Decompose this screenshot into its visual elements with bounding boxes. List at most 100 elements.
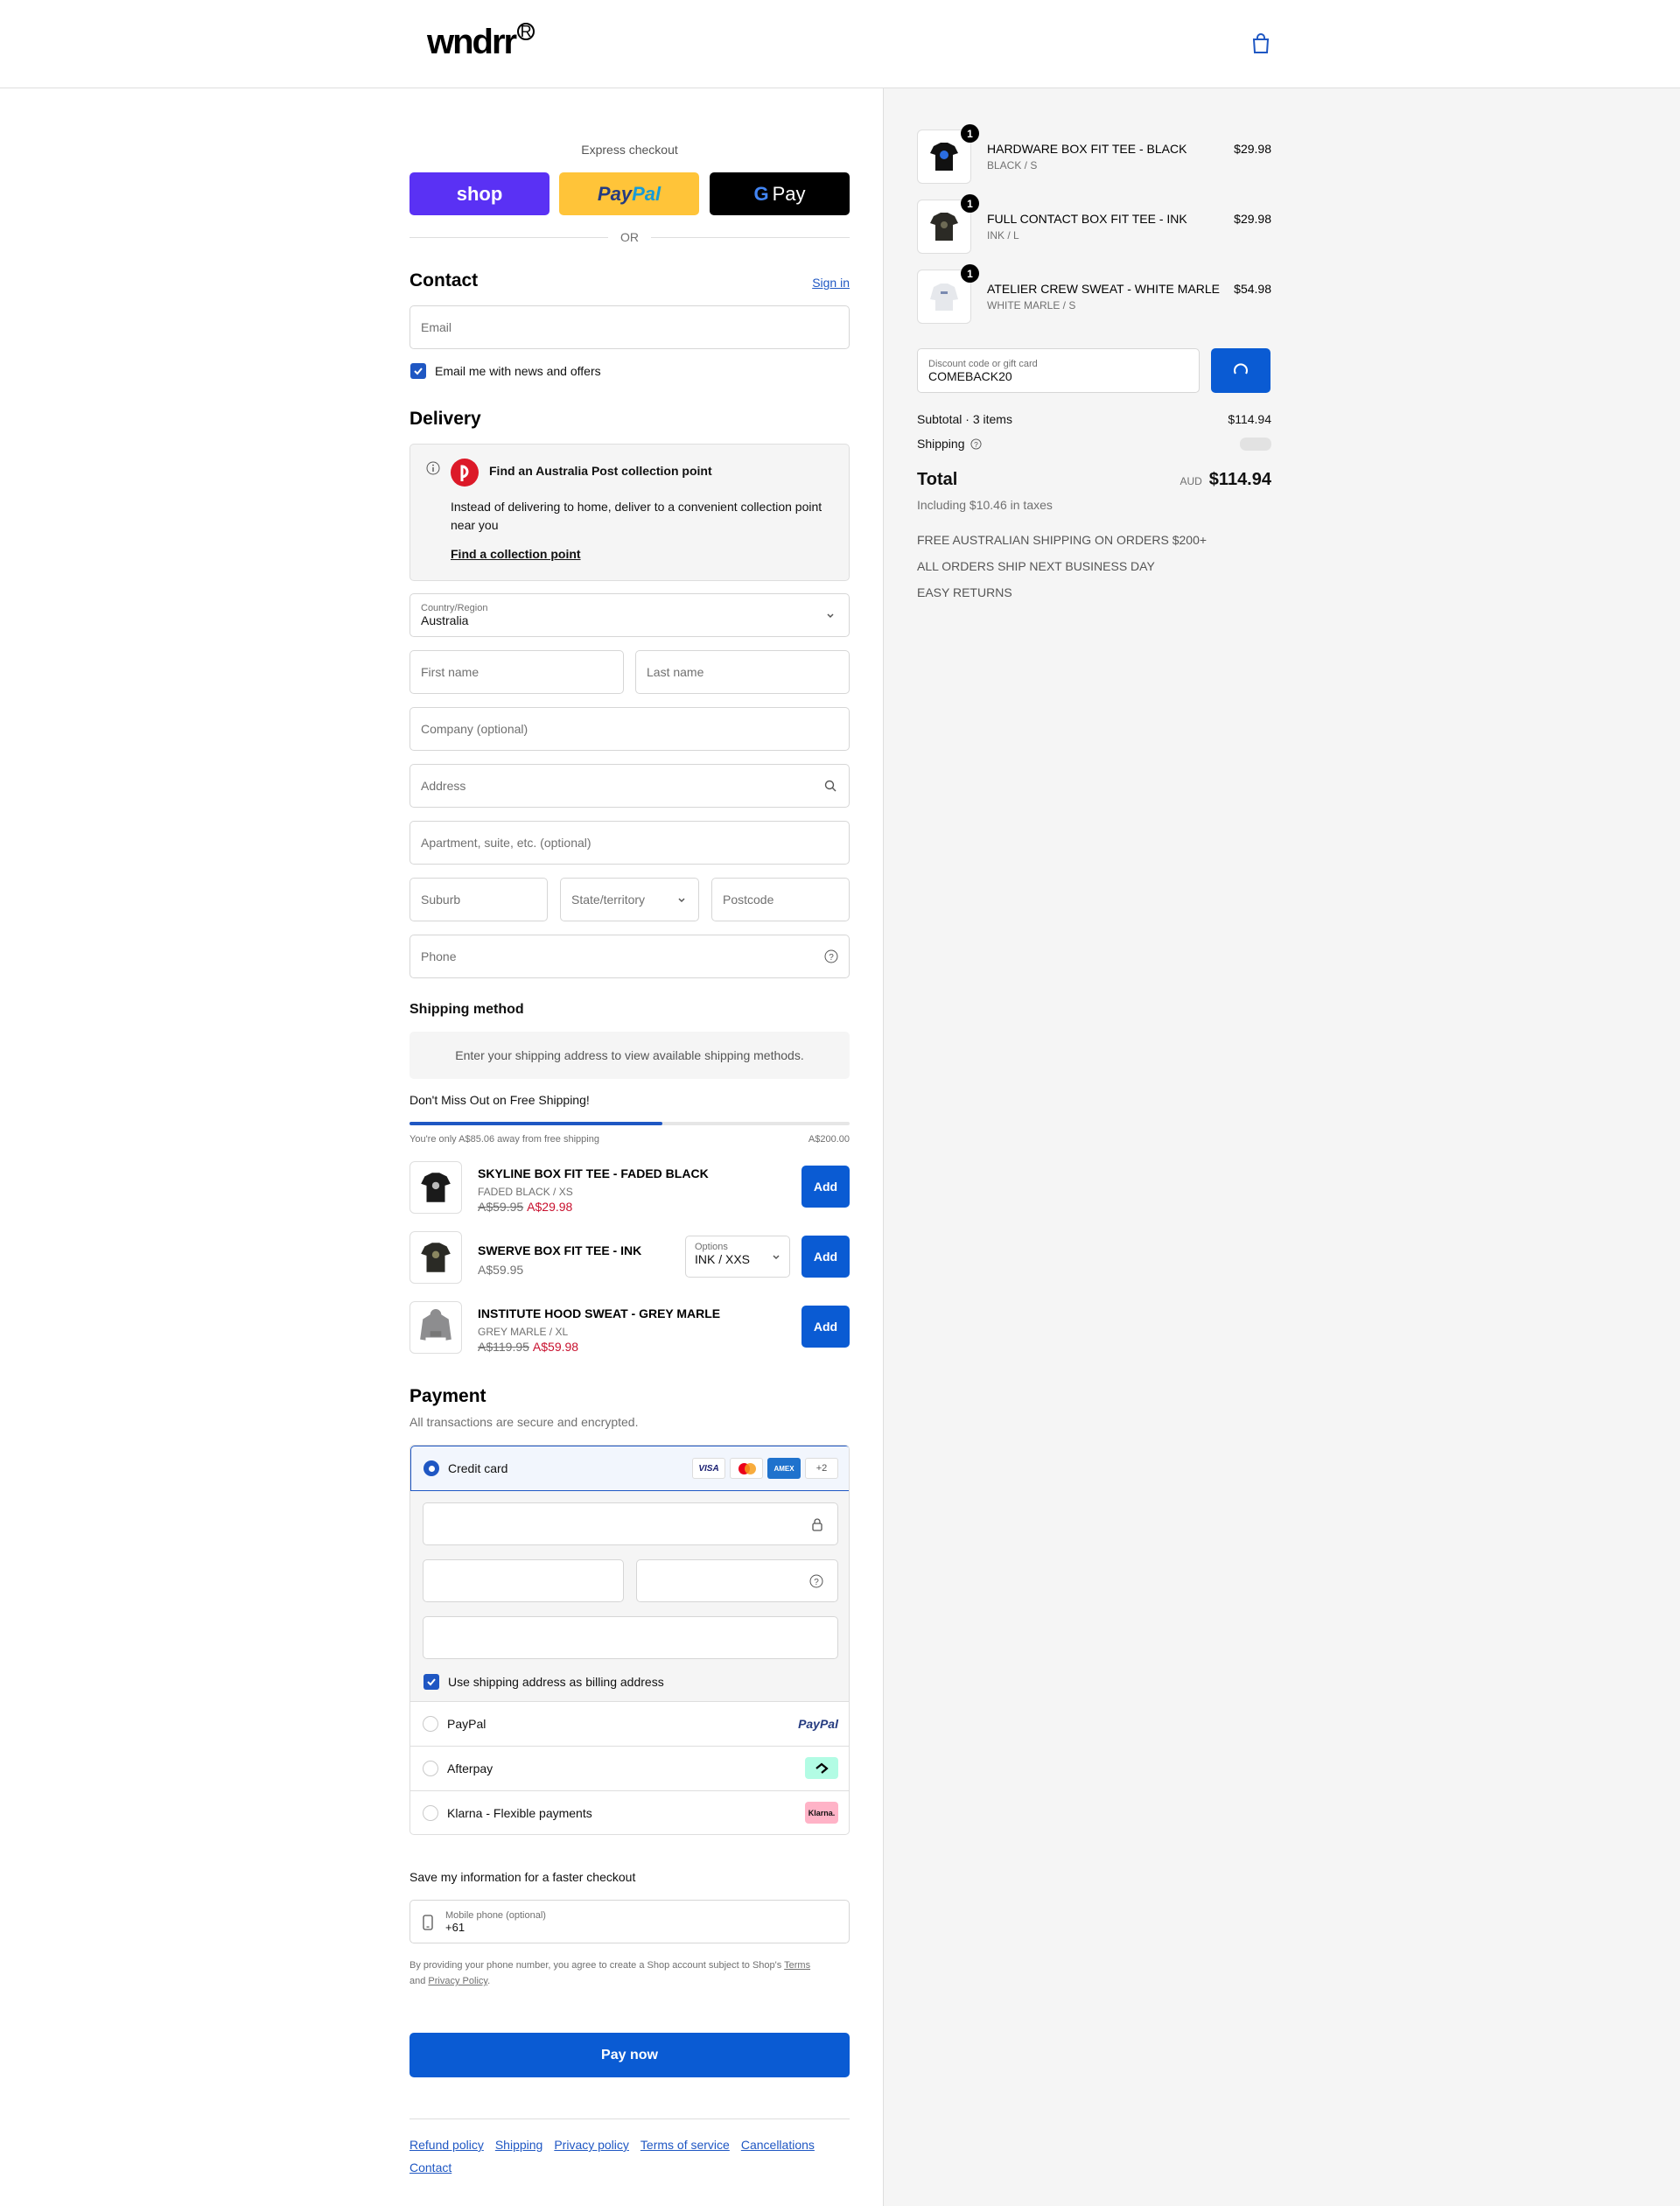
find-collection-point-link[interactable]: Find a collection point: [451, 547, 581, 561]
total-row: AUD $114.94: [1094, 470, 1271, 490]
delivery-heading: Delivery: [410, 409, 481, 429]
australia-post-title: Find an Australia Post collection point: [489, 464, 712, 478]
item-name: HARDWARE BOX FIT TEE - BLACK: [987, 142, 1187, 156]
add-upsell-button[interactable]: Add: [802, 1236, 850, 1278]
item-variant: WHITE MARLE / S: [987, 299, 1076, 312]
svg-text:?: ?: [814, 1578, 819, 1587]
postcode-placeholder: Postcode: [723, 893, 774, 907]
phone-field[interactable]: Phone ?: [410, 935, 850, 978]
store-logo[interactable]: wndrr R: [427, 23, 536, 62]
cart-bag-icon[interactable]: [1251, 33, 1270, 54]
australia-post-banner: Find an Australia Post collection point …: [410, 444, 850, 581]
privacy-policy-link[interactable]: Privacy Policy: [428, 1976, 487, 1986]
help-circle-icon[interactable]: ?: [970, 438, 982, 450]
shipping-methods-notice: Enter your shipping address to view avai…: [410, 1032, 850, 1079]
country-select[interactable]: Country/Region Australia: [410, 593, 850, 637]
contact-link[interactable]: Contact: [410, 2160, 452, 2174]
pay-now-button[interactable]: Pay now: [410, 2033, 850, 2077]
first-name-placeholder: First name: [421, 665, 480, 679]
shipping-method-heading: Shipping method: [410, 1002, 524, 1017]
svg-text:?: ?: [829, 953, 834, 963]
credit-card-option[interactable]: Credit card VISA AMEX +2: [410, 1446, 849, 1491]
discount-value: COMEBACK20: [928, 368, 1012, 383]
item-name: ATELIER CREW SWEAT - WHITE MARLE: [987, 282, 1221, 296]
apply-discount-button[interactable]: [1211, 348, 1270, 393]
paypal-option[interactable]: PayPal PayPal: [410, 1701, 849, 1746]
email-field[interactable]: Email: [410, 305, 850, 349]
country-label: Country/Region: [421, 603, 488, 613]
address-placeholder: Address: [421, 779, 466, 793]
billing-same-label: Use shipping address as billing address: [448, 1675, 664, 1689]
paypal-radio[interactable]: [423, 1716, 438, 1732]
contact-heading: Contact: [410, 270, 479, 291]
original-price: A$119.95: [478, 1340, 529, 1354]
newsletter-checkbox[interactable]: [410, 363, 426, 379]
mobile-phone-field[interactable]: Mobile phone (optional) +61: [410, 1900, 850, 1943]
refund-policy-link[interactable]: Refund policy: [410, 2138, 484, 2152]
afterpay-option[interactable]: Afterpay: [410, 1746, 849, 1790]
credit-card-label: Credit card: [448, 1461, 508, 1475]
billing-same-checkbox[interactable]: [424, 1674, 439, 1690]
quantity-badge: 1: [961, 264, 979, 283]
state-select[interactable]: State/territory: [560, 878, 699, 921]
afterpay-radio[interactable]: [423, 1761, 438, 1776]
subtotal-label: Subtotal · 3 items: [917, 412, 1012, 426]
terms-of-service-link[interactable]: Terms of service: [640, 2138, 730, 2152]
cancellations-link[interactable]: Cancellations: [741, 2138, 815, 2152]
klarna-option[interactable]: Klarna - Flexible payments Klarna.: [410, 1790, 849, 1834]
newsletter-label: Email me with news and offers: [435, 364, 601, 378]
address-field[interactable]: Address: [410, 764, 850, 808]
email-placeholder: Email: [421, 320, 452, 334]
credit-card-radio[interactable]: [424, 1460, 439, 1476]
shipping-placeholder: [1240, 438, 1271, 451]
visa-icon: VISA: [692, 1458, 725, 1479]
order-summary-panel: [883, 88, 1680, 2206]
chevron-down-icon: [773, 1255, 780, 1260]
afterpay-label: Afterpay: [447, 1761, 494, 1775]
promo-line: FREE AUSTRALIAN SHIPPING ON ORDERS $200+: [917, 533, 1208, 547]
privacy-policy-footer-link[interactable]: Privacy policy: [554, 2138, 629, 2152]
shipping-label: Shipping: [917, 437, 965, 451]
postcode-field[interactable]: Postcode: [711, 878, 850, 921]
suburb-placeholder: Suburb: [421, 893, 461, 907]
paypal-express-button[interactable]: Pay Pal: [559, 172, 699, 215]
express-checkout-label: Express checkout: [581, 143, 678, 157]
add-upsell-button[interactable]: Add: [802, 1306, 850, 1348]
expiry-date-field[interactable]: [423, 1559, 624, 1602]
original-price: A$59.95: [478, 1200, 524, 1214]
help-circle-icon[interactable]: ?: [809, 1574, 823, 1588]
klarna-logo-icon: Klarna.: [805, 1802, 838, 1824]
security-code-field[interactable]: ?: [636, 1559, 838, 1602]
suburb-field[interactable]: Suburb: [410, 878, 548, 921]
shipping-row: Shipping ?: [917, 437, 982, 451]
product-thumbnail: [410, 1161, 462, 1214]
more-cards-badge: +2: [805, 1458, 838, 1479]
paypal-logo-pal: Pal: [632, 182, 662, 205]
sign-in-link[interactable]: Sign in: [812, 276, 850, 290]
terms-intro: By providing your phone number, you agre…: [410, 1960, 782, 1971]
discount-label: Discount code or gift card: [928, 358, 1038, 369]
shipping-policy-link[interactable]: Shipping: [495, 2138, 543, 2152]
upsell-variant: FADED BLACK / XS: [478, 1186, 573, 1198]
shop-pay-button[interactable]: shop: [410, 172, 550, 215]
subtotal-value: $114.94: [1228, 412, 1271, 426]
save-info-title: Save my information for a faster checkou…: [410, 1870, 636, 1884]
apartment-field[interactable]: Apartment, suite, etc. (optional): [410, 821, 850, 865]
shipping-notice-text: Enter your shipping address to view avai…: [455, 1048, 804, 1062]
add-upsell-button[interactable]: Add: [802, 1166, 850, 1208]
company-field[interactable]: Company (optional): [410, 707, 850, 751]
first-name-field[interactable]: First name: [410, 650, 624, 694]
checkmark-icon: [427, 1678, 436, 1686]
last-name-field[interactable]: Last name: [635, 650, 850, 694]
discount-code-input[interactable]: Discount code or gift card COMEBACK20: [917, 348, 1200, 393]
item-price: $29.98: [1234, 142, 1271, 156]
terms-link[interactable]: Terms: [784, 1960, 810, 1971]
shop-pay-label: shop: [456, 182, 503, 205]
site-header: wndrr R: [0, 0, 1680, 88]
google-pay-button[interactable]: G Pay: [710, 172, 850, 215]
help-circle-icon[interactable]: ?: [824, 949, 838, 963]
variant-options-select[interactable]: Options INK / XXS: [685, 1236, 790, 1278]
klarna-radio[interactable]: [423, 1805, 438, 1821]
name-on-card-field[interactable]: [423, 1616, 838, 1659]
card-number-field[interactable]: [423, 1502, 838, 1545]
